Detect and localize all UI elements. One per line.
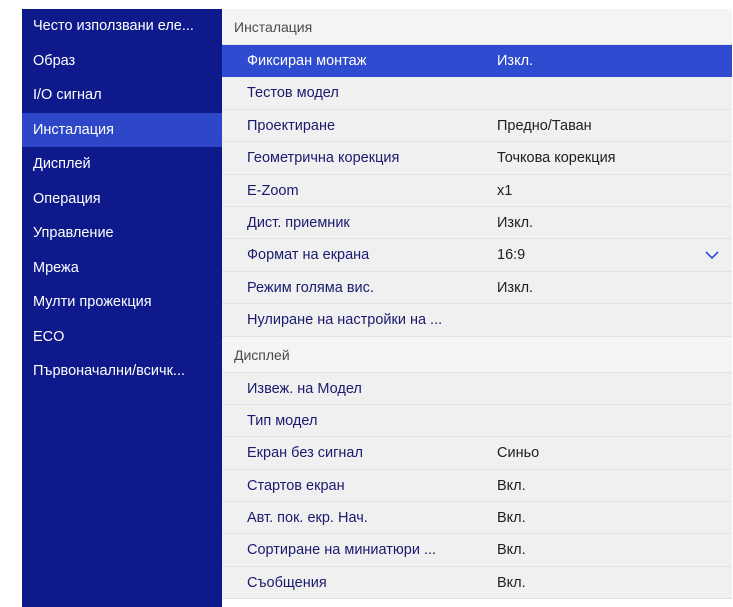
setting-label: Формат на екрана [247, 247, 370, 264]
sidebar-item-display[interactable]: Дисплей [22, 147, 222, 182]
sidebar-item-network[interactable]: Мрежа [22, 251, 222, 286]
sidebar-menu: Често използвани еле... Образ I/O сигнал… [22, 9, 222, 607]
setting-row-screen-format[interactable]: Формат на екрана 16:9 [222, 239, 732, 272]
setting-row-projection[interactable]: Проектиране Предно/Таван [222, 109, 732, 143]
setting-value: 16:9 [497, 247, 526, 264]
setting-value: Предно/Таван [497, 117, 592, 134]
setting-value: Синьо [497, 445, 540, 462]
setting-value: Изкл. [497, 279, 534, 296]
setting-row-e-zoom[interactable]: E-Zoom x1 [222, 174, 732, 207]
setting-value: Вкл. [497, 574, 526, 591]
setting-row-reset-settings[interactable]: Нулиране на настройки на ... [222, 304, 732, 337]
setting-row-no-signal-screen[interactable]: Екран без сигнал Синьо [222, 437, 732, 470]
sidebar-item-eco[interactable]: ECO [22, 320, 222, 355]
setting-label: Съобщения [247, 574, 327, 591]
sidebar-item-frequently-used[interactable]: Често използвани еле... [22, 9, 222, 44]
sidebar-item-management[interactable]: Управление [22, 216, 222, 251]
setting-value: Вкл. [497, 542, 526, 559]
setting-value: Точкова корекция [497, 150, 616, 167]
setting-value: Изкл. [497, 214, 534, 231]
setting-label: Нулиране на настройки на ... [247, 312, 443, 329]
setting-label: Тип модел [247, 412, 318, 429]
setting-value: x1 [497, 182, 513, 199]
setting-value: Изкл. [497, 53, 534, 69]
setting-row-thumbnail-sort[interactable]: Сортиране на миниатюри ... Вкл. [222, 534, 732, 567]
settings-panel: Инсталация Фиксиран монтаж Изкл. Тестов … [222, 9, 732, 607]
sidebar-item-operation[interactable]: Операция [22, 182, 222, 217]
setting-label: Екран без сигнал [247, 445, 363, 462]
setting-label: Стартов екран [247, 477, 345, 494]
setting-label: Дист. приемник [247, 214, 350, 231]
setting-label: Тестов модел [247, 85, 339, 102]
sidebar-item-initial-all[interactable]: Първоначални/всичк... [22, 354, 222, 389]
setting-label: Геометрична корекция [247, 150, 400, 167]
setting-row-pattern-type[interactable]: Тип модел [222, 404, 732, 438]
setting-row-geometry-correction[interactable]: Геометрична корекция Точкова корекция [222, 142, 732, 175]
setting-label: Сортиране на миниатюри ... [247, 542, 437, 559]
setting-label: Извеж. на Модел [247, 380, 362, 397]
setting-value: Вкл. [497, 510, 526, 527]
setting-label: Режим голяма вис. [247, 279, 374, 296]
chevron-down-icon[interactable] [704, 248, 720, 262]
setting-label: Авт. пок. екр. Нач. [247, 510, 368, 527]
sidebar-item-installation[interactable]: Инсталация [22, 112, 222, 147]
setting-label: Проектиране [247, 117, 336, 134]
section-header-display: Дисплей [222, 336, 732, 373]
sidebar-item-multi-projection[interactable]: Мулти прожекция [22, 285, 222, 320]
section-header-installation: Инсталация [222, 9, 732, 45]
setting-row-remote-receiver[interactable]: Дист. приемник Изкл. [222, 206, 732, 240]
sidebar-item-io-signal[interactable]: I/O сигнал [22, 78, 222, 113]
setting-row-high-altitude-mode[interactable]: Режим голяма вис. Изкл. [222, 271, 732, 305]
sidebar-item-image[interactable]: Образ [22, 44, 222, 79]
setting-label: E-Zoom [247, 182, 299, 199]
setting-row-auto-home-screen[interactable]: Авт. пок. екр. Нач. Вкл. [222, 502, 732, 535]
setting-label: Фиксиран монтаж [247, 53, 367, 69]
setting-row-messages[interactable]: Съобщения Вкл. [222, 566, 732, 600]
setting-value: Вкл. [497, 477, 526, 494]
setting-row-startup-screen[interactable]: Стартов екран Вкл. [222, 469, 732, 503]
setting-row-show-pattern[interactable]: Извеж. на Модел [222, 372, 732, 405]
setting-row-test-pattern[interactable]: Тестов модел [222, 77, 732, 110]
setting-row-fixed-mount[interactable]: Фиксиран монтаж Изкл. [222, 45, 732, 78]
